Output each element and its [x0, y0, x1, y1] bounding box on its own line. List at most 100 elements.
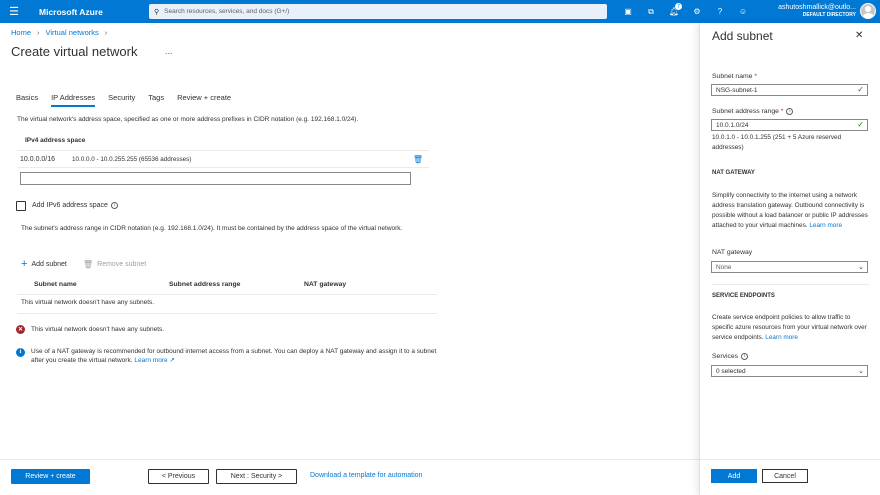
info-icon: i: [16, 348, 25, 357]
close-icon[interactable]: ✕: [855, 30, 863, 41]
column-nat-gateway: NAT gateway: [304, 281, 347, 288]
delete-icon[interactable]: 🗑︎: [413, 155, 423, 164]
services-dropdown[interactable]: 0 selected ⌄: [711, 365, 868, 377]
nat-info-message: i Use of a NAT gateway is recommended fo…: [16, 347, 441, 365]
address-space-description: The virtual network's address space, spe…: [17, 116, 359, 123]
remove-subnet-button[interactable]: 🗑︎ Remove subnet: [83, 260, 146, 269]
nat-info-text: Use of a NAT gateway is recommended for …: [31, 348, 437, 364]
nat-gateway-value: None: [716, 263, 732, 271]
learn-more-link[interactable]: Learn more: [809, 222, 842, 229]
panel-title: Add subnet: [712, 29, 773, 43]
download-template-link[interactable]: Download a template for automation: [310, 472, 422, 479]
breadcrumb-home[interactable]: Home: [11, 28, 31, 37]
trash-icon: 🗑︎: [83, 260, 94, 269]
top-bar: ☰ Microsoft Azure ⚲ Search resources, se…: [0, 0, 880, 23]
page-title: Create virtual network: [11, 44, 138, 59]
column-subnet-address-range: Subnet address range: [169, 281, 241, 288]
nat-gateway-label: NAT gateway: [712, 249, 753, 256]
range-label-text: Subnet address range: [712, 108, 779, 115]
account-info[interactable]: ashutoshmallick@outlo... DEFAULT DIRECTO…: [760, 4, 856, 19]
gear-icon[interactable]: ⚙: [689, 4, 705, 19]
chevron-right-icon: ›: [37, 28, 40, 37]
learn-more-link[interactable]: Learn more: [765, 334, 798, 341]
previous-button[interactable]: < Previous: [148, 469, 209, 484]
notification-badge: 7: [675, 3, 682, 10]
menu-icon[interactable]: ☰: [0, 0, 28, 23]
bell-icon[interactable]: 🔔︎ 7: [666, 3, 682, 19]
cloud-shell-icon[interactable]: ▣: [620, 4, 636, 19]
range-label: Subnet address range * i: [712, 108, 794, 115]
account-directory: DEFAULT DIRECTORY: [802, 12, 856, 18]
tab-basics[interactable]: Basics: [16, 93, 38, 107]
divider: [17, 313, 437, 314]
more-options-button[interactable]: ...: [165, 46, 173, 56]
search-icon: ⚲: [154, 8, 160, 16]
add-subnet-button[interactable]: + Add subnet: [21, 259, 67, 270]
subnet-name-value: NSG-subnet-1: [716, 86, 758, 94]
error-text: This virtual network doesn't have any su…: [31, 326, 165, 333]
service-endpoints-description: Create service endpoint policies to allo…: [712, 313, 872, 343]
add-subnet-label: Add subnet: [31, 260, 67, 268]
ipv4-address-row: 10.0.0.0/16 10.0.0.0 - 10.0.255.255 (655…: [17, 150, 429, 168]
account-user: ashutoshmallick@outlo...: [778, 4, 856, 11]
nat-gateway-description: Simplify connectivity to the internet us…: [712, 191, 872, 231]
subnet-note: The subnet's address range in CIDR notat…: [21, 225, 403, 232]
cancel-button[interactable]: Cancel: [762, 469, 808, 483]
info-icon[interactable]: i: [786, 108, 794, 115]
subnet-range-value: 10.0.1.0/24: [716, 121, 749, 129]
chevron-right-icon: ›: [104, 28, 108, 37]
tab-review-create[interactable]: Review + create: [177, 93, 231, 107]
required-marker: *: [780, 108, 784, 115]
directory-filter-icon[interactable]: ⧉: [643, 4, 659, 19]
panel-footer-divider: [700, 459, 880, 460]
ipv6-checkbox[interactable]: [16, 201, 26, 211]
nat-gateway-dropdown[interactable]: None ⌄: [711, 261, 868, 273]
search-placeholder: Search resources, services, and docs (G+…: [164, 8, 290, 15]
chevron-down-icon: ⌄: [858, 368, 864, 375]
subnet-table-header: Subnet name Subnet address range NAT gat…: [17, 279, 437, 295]
brand-title[interactable]: Microsoft Azure: [39, 7, 147, 17]
service-endpoints-section-title: SERVICE ENDPOINTS: [712, 293, 775, 299]
panel-divider: [712, 284, 869, 285]
services-value: 0 selected: [716, 367, 746, 375]
ipv4-header: IPv4 address space: [25, 137, 86, 144]
services-label-text: Services: [712, 353, 739, 360]
breadcrumb: Home › Virtual networks ›: [11, 28, 107, 37]
footer-divider: [0, 459, 699, 460]
tab-security[interactable]: Security: [108, 93, 135, 107]
checkmark-icon: ✓: [857, 85, 864, 94]
address-space-input[interactable]: [20, 172, 411, 185]
range-hint: 10.0.1.0 - 10.0.1.255 (251 + 5 Azure res…: [712, 134, 842, 151]
search-input[interactable]: ⚲ Search resources, services, and docs (…: [149, 4, 607, 19]
nat-desc-text: Simplify connectivity to the internet us…: [712, 192, 868, 229]
remove-subnet-label: Remove subnet: [97, 261, 147, 268]
add-subnet-panel: Add subnet ✕ Subnet name * NSG-subnet-1 …: [699, 23, 880, 495]
top-icons: ▣ ⧉ 🔔︎ 7 ⚙ ? ☺: [620, 3, 751, 19]
avatar[interactable]: [860, 3, 876, 19]
info-icon[interactable]: i: [110, 202, 118, 209]
help-icon[interactable]: ?: [712, 4, 728, 19]
external-link-icon: ↗: [169, 357, 175, 364]
review-create-button[interactable]: Review + create: [11, 469, 90, 484]
subnet-name-label: Subnet name *: [712, 73, 757, 80]
error-icon: ✕: [16, 325, 25, 334]
nat-gateway-section-title: NAT GATEWAY: [712, 170, 755, 176]
add-button[interactable]: Add: [711, 469, 757, 483]
tab-tags[interactable]: Tags: [148, 93, 164, 107]
ipv6-label: Add IPv6 address space i: [32, 202, 118, 209]
error-message: ✕ This virtual network doesn't have any …: [16, 325, 164, 334]
tab-ip-addresses[interactable]: IP Addresses: [51, 93, 96, 107]
subnet-range-input[interactable]: 10.0.1.0/24 ✓: [711, 119, 868, 131]
checkmark-icon: ✓: [857, 120, 864, 129]
services-label: Services i: [712, 353, 749, 360]
learn-more-link[interactable]: Learn more: [134, 357, 167, 364]
table-empty-text: This virtual network doesn't have any su…: [21, 299, 155, 306]
column-subnet-name: Subnet name: [34, 281, 77, 288]
next-security-button[interactable]: Next : Security >: [216, 469, 297, 484]
ipv4-address[interactable]: 10.0.0.0/16: [20, 156, 72, 163]
info-icon[interactable]: i: [741, 353, 749, 360]
subnet-name-input[interactable]: NSG-subnet-1 ✓: [711, 84, 868, 96]
breadcrumb-virtual-networks[interactable]: Virtual networks: [46, 28, 99, 37]
feedback-icon[interactable]: ☺: [735, 4, 751, 19]
tab-bar: Basics IP Addresses Security Tags Review…: [16, 93, 244, 107]
